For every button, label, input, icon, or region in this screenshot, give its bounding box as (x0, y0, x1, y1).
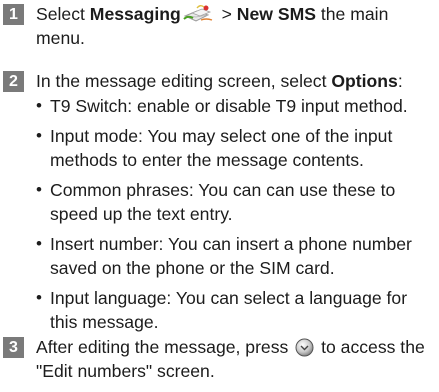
messaging-icon (182, 4, 216, 24)
list-item: • Common phrases: You can can use these t… (36, 178, 433, 226)
step-text-part: > (216, 4, 237, 24)
options-label: Options (331, 71, 398, 91)
step-text-part: After editing the message, press (36, 337, 289, 357)
bullet-icon: • (36, 234, 42, 253)
step-text: In the message editing screen, select Op… (36, 69, 433, 93)
options-list: • T9 Switch: enable or disable T9 input m… (36, 94, 433, 334)
bullet-text: Insert number: You can insert a phone nu… (50, 234, 412, 278)
bullet-text: Input language: You can select a languag… (50, 288, 408, 332)
bullet-icon: • (36, 288, 42, 307)
bullet-text: Common phrases: You can can use these to… (50, 180, 396, 224)
step-text: Select Messaging > New SMS the main menu… (36, 2, 433, 50)
submenu-name: New SMS (236, 4, 316, 24)
step-2: 2 In the message editing screen, select … (3, 69, 433, 340)
step-number: 2 (3, 71, 24, 92)
step-number: 3 (3, 337, 24, 358)
step-1: 1 Select Messaging > New SMS the main me… (3, 2, 433, 50)
bullet-text: Input mode: You may select one of the in… (50, 126, 393, 170)
list-item: • Insert number: You can insert a phone n… (36, 232, 433, 280)
step-3: 3 After editing the message, press to ac… (3, 335, 433, 383)
step-text-part: : (397, 71, 403, 91)
bullet-icon: • (36, 126, 42, 145)
bullet-icon: • (36, 180, 42, 199)
list-item: • T9 Switch: enable or disable T9 input m… (36, 94, 433, 118)
bullet-icon: • (36, 96, 42, 115)
menu-name: Messaging (89, 4, 181, 24)
bullet-text: T9 Switch: enable or disable T9 input me… (50, 96, 408, 116)
step-text-part: Select (36, 4, 90, 24)
list-item: • Input mode: You may select one of the i… (36, 124, 433, 172)
list-item: • Input language: You can select a langua… (36, 286, 433, 334)
step-number: 1 (3, 4, 24, 25)
step-text-part: In the message editing screen, select (36, 71, 332, 91)
step-text: After editing the message, press to acce… (36, 335, 433, 383)
ok-key-icon (295, 338, 314, 357)
